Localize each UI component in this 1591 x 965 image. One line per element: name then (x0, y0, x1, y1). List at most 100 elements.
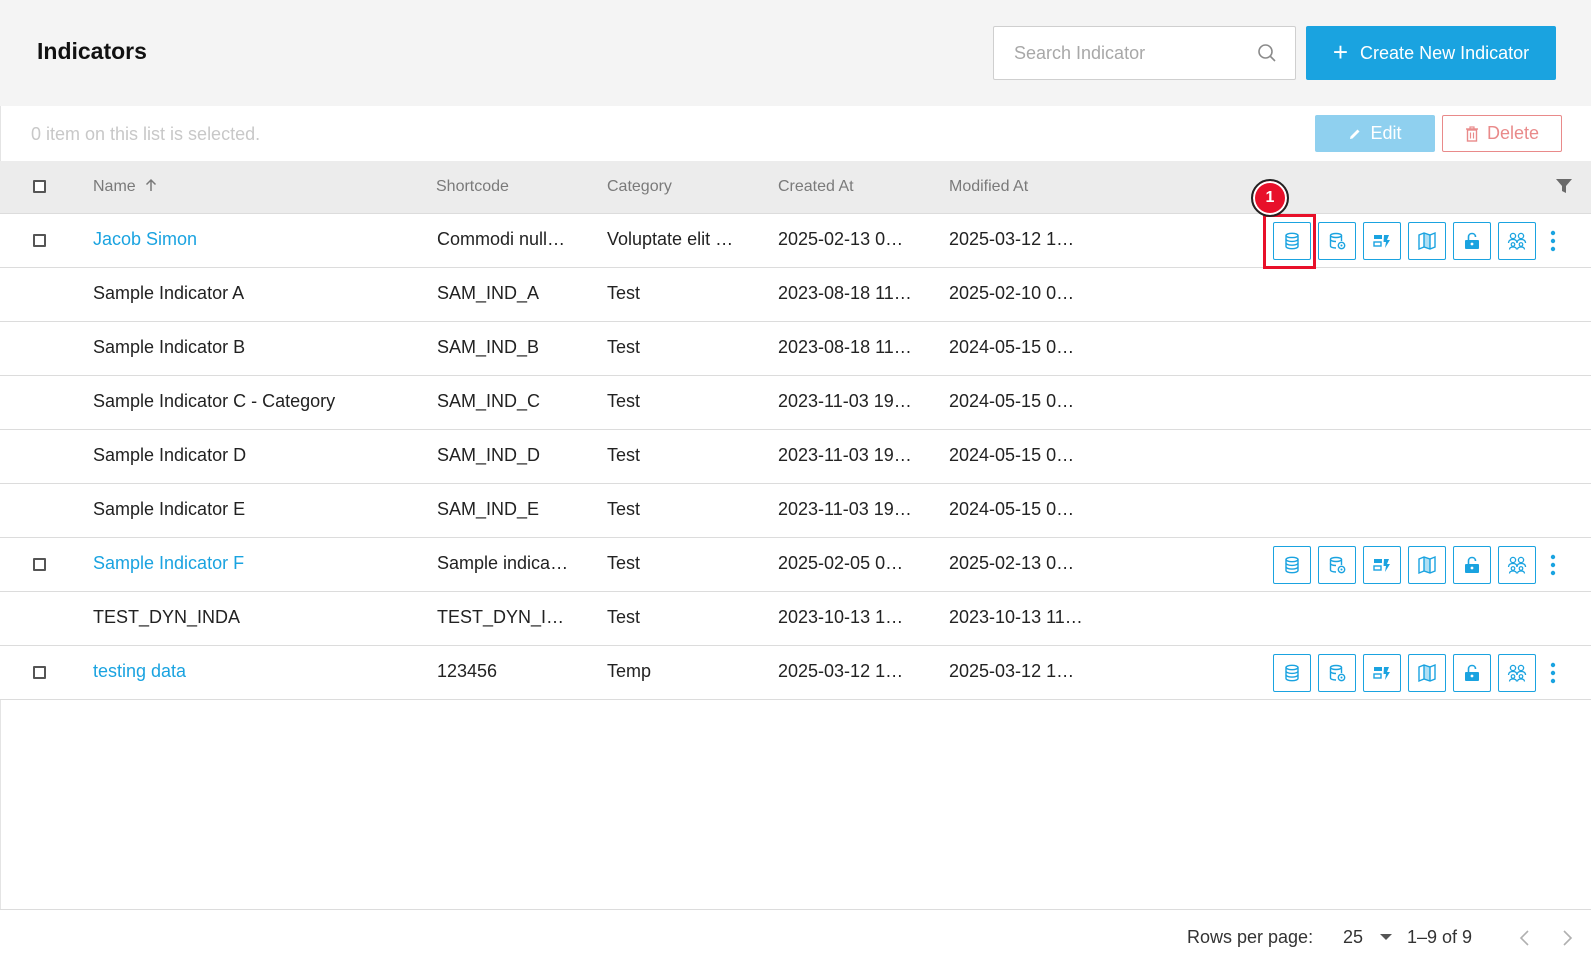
cell-modified-at: 2025-02-10 0… (949, 283, 1075, 303)
create-new-indicator-button[interactable]: + Create New Indicator (1306, 26, 1556, 80)
column-modified-at[interactable]: Modified At (949, 178, 1028, 196)
database-settings-button[interactable] (1318, 546, 1356, 584)
cell-category: Test (607, 391, 641, 411)
row-checkbox[interactable] (33, 666, 46, 679)
user-group-button[interactable] (1498, 546, 1536, 584)
cell-name[interactable]: testing data (93, 661, 186, 682)
search-box[interactable] (993, 26, 1296, 80)
table-row[interactable]: TEST_DYN_INDA TEST_DYN_I… Test 2023-10-13 1… (0, 592, 1591, 646)
page-title: Indicators (37, 38, 147, 64)
cell-modified-at: 2024-05-15 0… (949, 337, 1075, 357)
unlock-icon (1465, 232, 1479, 249)
page-header: Indicators + Create New Indicator (0, 0, 1591, 106)
more-options-icon[interactable] (1548, 552, 1558, 578)
annotation-badge: 1 (1251, 179, 1289, 217)
column-name[interactable]: Name (93, 178, 158, 196)
database-settings-icon (1329, 664, 1346, 682)
database-icon (1285, 556, 1299, 574)
dashboard-settings-button[interactable] (1363, 654, 1401, 692)
database-settings-icon (1329, 232, 1346, 250)
map-button[interactable] (1408, 654, 1446, 692)
dashboard-settings-button[interactable] (1363, 222, 1401, 260)
cell-name[interactable]: Sample Indicator F (93, 553, 244, 574)
edit-label: Edit (1370, 123, 1402, 143)
table-row[interactable]: Sample Indicator E SAM_IND_E Test 2023-11-0… (0, 484, 1591, 538)
table-row[interactable]: testing data 123456 Temp 2025-03-12 1… 2025-… (0, 646, 1591, 700)
cell-name: Sample Indicator A (93, 283, 245, 303)
cell-shortcode: SAM_IND_A (437, 283, 540, 303)
table-row[interactable]: Jacob Simon Commodi null… Voluptate elit …… (0, 214, 1591, 268)
cell-category: Test (607, 607, 641, 627)
dashboard-settings-icon (1373, 667, 1390, 680)
cell-shortcode: SAM_IND_D (437, 445, 541, 465)
cell-name: Sample Indicator B (93, 337, 246, 357)
user-group-button[interactable] (1498, 654, 1536, 692)
table-row[interactable]: Sample Indicator F Sample indica… Test 2025… (0, 538, 1591, 592)
cell-shortcode: SAM_IND_E (437, 499, 540, 519)
cell-created-at: 2023-08-18 11… (778, 283, 912, 303)
database-settings-button[interactable] (1318, 654, 1356, 692)
cell-name: Sample Indicator E (93, 499, 246, 519)
rows-per-page-label: Rows per page: (1187, 927, 1314, 947)
column-created-at[interactable]: Created At (778, 178, 854, 196)
dashboard-settings-button[interactable] (1363, 546, 1401, 584)
database-button[interactable] (1273, 654, 1311, 692)
page-range: 1–9 of 9 (1407, 927, 1473, 947)
cell-modified-at: 2023-10-13 11… (949, 607, 1083, 627)
user-group-button[interactable] (1498, 222, 1536, 260)
cell-created-at: 2023-11-03 19… (778, 499, 912, 519)
delete-button[interactable]: Delete (1442, 115, 1562, 152)
cell-modified-at: 2024-05-15 0… (949, 499, 1075, 519)
indicators-table: Name Shortcode Category Created At Modif… (0, 161, 1591, 700)
previous-page-icon[interactable] (1518, 928, 1532, 948)
table-row[interactable]: Sample Indicator C - Category SAM_IND_C Te… (0, 376, 1591, 430)
unlock-button[interactable] (1453, 222, 1491, 260)
map-button[interactable] (1408, 222, 1446, 260)
more-options-icon[interactable] (1548, 228, 1558, 254)
filter-icon[interactable] (1555, 177, 1573, 195)
row-checkbox[interactable] (33, 558, 46, 571)
next-page-icon[interactable] (1560, 928, 1574, 948)
cell-created-at: 2025-02-05 0… (778, 553, 904, 573)
cell-category: Voluptate elit … (607, 229, 734, 249)
column-shortcode[interactable]: Shortcode (436, 178, 509, 196)
indicators-page: Indicators + Create New Indicator 0 item… (0, 0, 1591, 965)
edit-button[interactable]: Edit (1315, 115, 1435, 152)
database-icon (1285, 232, 1299, 250)
trash-icon (1465, 125, 1478, 142)
caret-down-icon[interactable] (1380, 934, 1392, 940)
more-options-icon[interactable] (1548, 660, 1558, 686)
database-button[interactable] (1273, 222, 1311, 260)
cell-shortcode: Sample indica… (437, 553, 569, 573)
rows-per-page-select[interactable]: 25 (1343, 927, 1363, 948)
table-row[interactable]: Sample Indicator A SAM_IND_A Test 2023-08-1… (0, 268, 1591, 322)
map-button[interactable] (1408, 546, 1446, 584)
database-icon (1285, 664, 1299, 682)
cell-category: Test (607, 283, 641, 303)
pencil-icon (1350, 129, 1360, 139)
sort-ascending-icon[interactable] (144, 178, 158, 192)
map-icon (1418, 663, 1436, 683)
select-all-checkbox[interactable] (33, 180, 46, 193)
cell-shortcode: TEST_DYN_I… (437, 607, 565, 627)
unlock-button[interactable] (1453, 654, 1491, 692)
cell-created-at: 2023-08-18 11… (778, 337, 912, 357)
user-group-icon (1507, 556, 1527, 574)
table-row[interactable]: Sample Indicator D SAM_IND_D Test 2023-11-0… (0, 430, 1591, 484)
cell-created-at: 2023-11-03 19… (778, 391, 912, 411)
database-settings-button[interactable] (1318, 222, 1356, 260)
cell-modified-at: 2025-03-12 1… (949, 229, 1075, 249)
cell-name[interactable]: Jacob Simon (93, 229, 197, 250)
cell-category: Temp (607, 661, 652, 681)
cell-created-at: 2023-11-03 19… (778, 445, 912, 465)
user-group-icon (1507, 232, 1527, 250)
database-button[interactable] (1273, 546, 1311, 584)
search-input[interactable] (1014, 27, 1254, 79)
unlock-button[interactable] (1453, 546, 1491, 584)
search-icon[interactable] (1257, 43, 1277, 63)
table-row[interactable]: Sample Indicator B SAM_IND_B Test 2023-08-1… (0, 322, 1591, 376)
cell-modified-at: 2025-02-13 0… (949, 553, 1075, 573)
map-icon (1418, 231, 1436, 251)
row-checkbox[interactable] (33, 234, 46, 247)
column-category[interactable]: Category (607, 178, 672, 196)
